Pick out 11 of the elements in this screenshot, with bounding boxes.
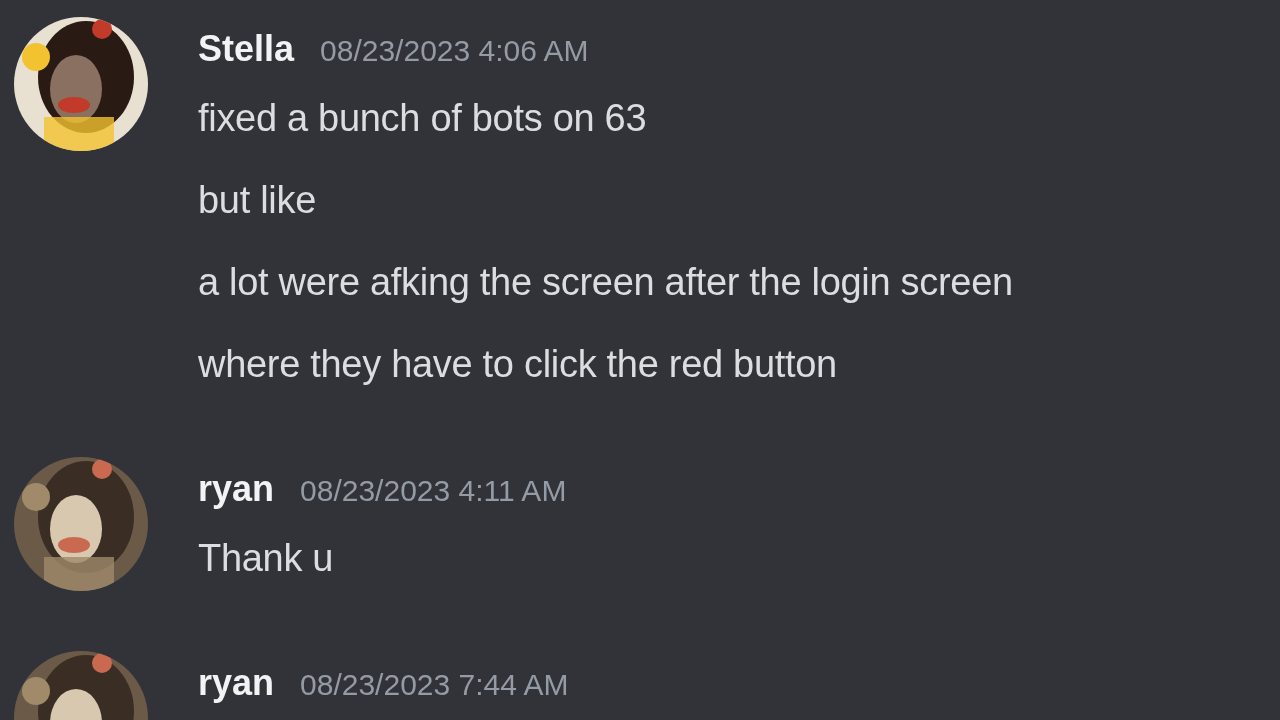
- timestamp: 08/23/2023 4:06 AM: [320, 34, 589, 67]
- message-text: a lot were afking the screen after the login screen: [198, 260, 1014, 305]
- timestamp: 08/23/2023 4:11 AM: [300, 474, 567, 507]
- message-text: fixed a bunch of bots on 63: [198, 96, 648, 141]
- timestamp: 08/23/2023 7:44 AM: [300, 668, 569, 701]
- message-text: Thank u: [198, 536, 335, 581]
- message-text: but like: [198, 178, 317, 223]
- message-text: where they have to click the red button: [198, 342, 838, 387]
- username[interactable]: ryan: [198, 469, 275, 509]
- username[interactable]: Stella: [198, 29, 295, 69]
- username[interactable]: ryan: [198, 663, 275, 703]
